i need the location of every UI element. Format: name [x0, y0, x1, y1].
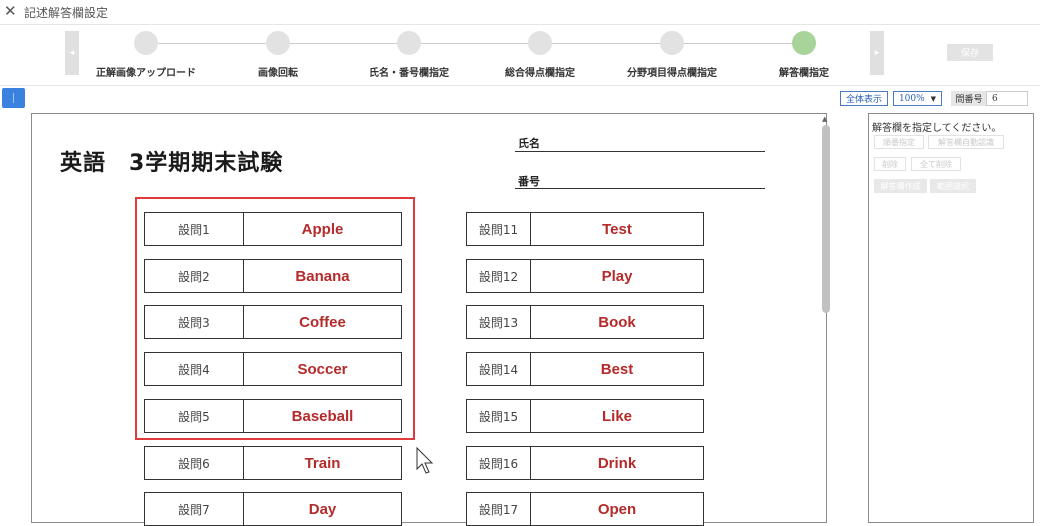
name-field-line — [515, 151, 765, 152]
mouse-cursor-icon — [416, 446, 434, 474]
answer-text: Open — [597, 500, 637, 518]
answer-selection-box[interactable] — [135, 197, 415, 440]
answer-row[interactable]: 設問7 Day — [144, 492, 402, 526]
step-5-label: 分野項目得点欄指定 — [627, 68, 717, 79]
answer-text: Test — [602, 220, 632, 238]
question-label: 設問14 — [467, 353, 531, 385]
show-all-button[interactable]: 全体表示 — [840, 91, 888, 106]
step-2-indicator[interactable] — [266, 31, 290, 55]
answer-row[interactable]: 設問17 Open — [466, 492, 704, 526]
divider-icon — [13, 93, 14, 103]
question-number-label: 問番号 — [951, 91, 987, 106]
question-label: 設問12 — [467, 260, 531, 292]
auto-detect-button[interactable]: 解答欄自動認識 — [928, 135, 1004, 149]
answer-text: Drink — [597, 454, 637, 472]
answer-row[interactable]: 設問14 Best — [466, 352, 704, 386]
question-label: 設問17 — [467, 493, 531, 525]
answer-text: Play — [601, 267, 633, 285]
answer-row[interactable]: 設問12 Play — [466, 259, 704, 293]
chevron-down-icon: ▼ — [930, 94, 937, 103]
answer-panel — [868, 113, 1034, 523]
answer-text: Day — [308, 500, 337, 518]
number-field-label: 番号 — [518, 175, 540, 188]
zoom-select[interactable]: 100% ▼ — [893, 91, 942, 106]
question-label: 設問6 — [145, 447, 244, 479]
window-title: 記述解答欄設定 — [24, 6, 109, 20]
wizard-prev-button[interactable]: ◂ — [65, 31, 79, 75]
step-2-label: 画像回転 — [258, 68, 298, 79]
question-label: 設問7 — [145, 493, 244, 525]
answer-text: Best — [600, 360, 634, 378]
step-connector — [158, 43, 266, 44]
title-bar — [0, 0, 1040, 25]
step-1-indicator[interactable] — [134, 31, 158, 55]
delete-button[interactable]: 削除 — [874, 157, 906, 171]
answer-row[interactable]: 設問16 Drink — [466, 446, 704, 480]
chevron-left-icon: ◂ — [69, 48, 75, 58]
step-connector — [290, 43, 397, 44]
step-connector — [684, 43, 792, 44]
step-3-label: 氏名・番号欄指定 — [369, 68, 449, 79]
step-connector — [552, 43, 660, 44]
range-select-button[interactable]: 範囲選択 — [930, 179, 976, 193]
answer-text: Train — [304, 454, 341, 472]
answer-row[interactable]: 設問11 Test — [466, 212, 704, 246]
delete-all-button[interactable]: 全て削除 — [911, 157, 961, 171]
step-5-indicator[interactable] — [660, 31, 684, 55]
answer-row[interactable]: 設問6 Train — [144, 446, 402, 480]
create-answer-field-button[interactable]: 解答欄作成 — [874, 179, 927, 193]
answer-row[interactable]: 設問13 Book — [466, 305, 704, 339]
step-6-indicator-active[interactable] — [792, 31, 816, 55]
chevron-right-icon: ▸ — [874, 48, 880, 58]
number-field-line — [515, 188, 765, 189]
step-connector — [421, 43, 528, 44]
question-number-input[interactable]: 6 — [986, 91, 1028, 106]
step-4-label: 総合得点欄指定 — [505, 68, 575, 79]
question-label: 設問13 — [467, 306, 531, 338]
answer-text: Book — [598, 313, 636, 331]
panel-instruction: 解答欄を指定してください。 — [872, 123, 1002, 134]
name-field-label: 氏名 — [518, 137, 540, 150]
exam-title: 英語 3学期期末試験 — [60, 151, 284, 176]
scroll-up-icon[interactable]: ▲ — [822, 115, 827, 123]
answer-row[interactable]: 設問15 Like — [466, 399, 704, 433]
step-4-indicator[interactable] — [528, 31, 552, 55]
zoom-value: 100% — [898, 93, 925, 104]
close-icon[interactable]: ✕ — [4, 2, 17, 20]
save-button[interactable]: 保存 — [947, 44, 993, 61]
order-specify-button[interactable]: 順番指定 — [874, 135, 924, 149]
divider — [0, 85, 1040, 86]
step-3-indicator[interactable] — [397, 31, 421, 55]
toggle-panel-button[interactable] — [2, 88, 25, 108]
step-1-label: 正解画像アップロード — [96, 68, 196, 79]
scrollbar-thumb[interactable] — [822, 125, 830, 313]
question-label: 設問16 — [467, 447, 531, 479]
question-label: 設問11 — [467, 213, 531, 245]
question-label: 設問15 — [467, 400, 531, 432]
wizard-next-button[interactable]: ▸ — [870, 31, 884, 75]
step-6-label: 解答欄指定 — [779, 68, 829, 79]
answer-text: Like — [601, 407, 632, 425]
